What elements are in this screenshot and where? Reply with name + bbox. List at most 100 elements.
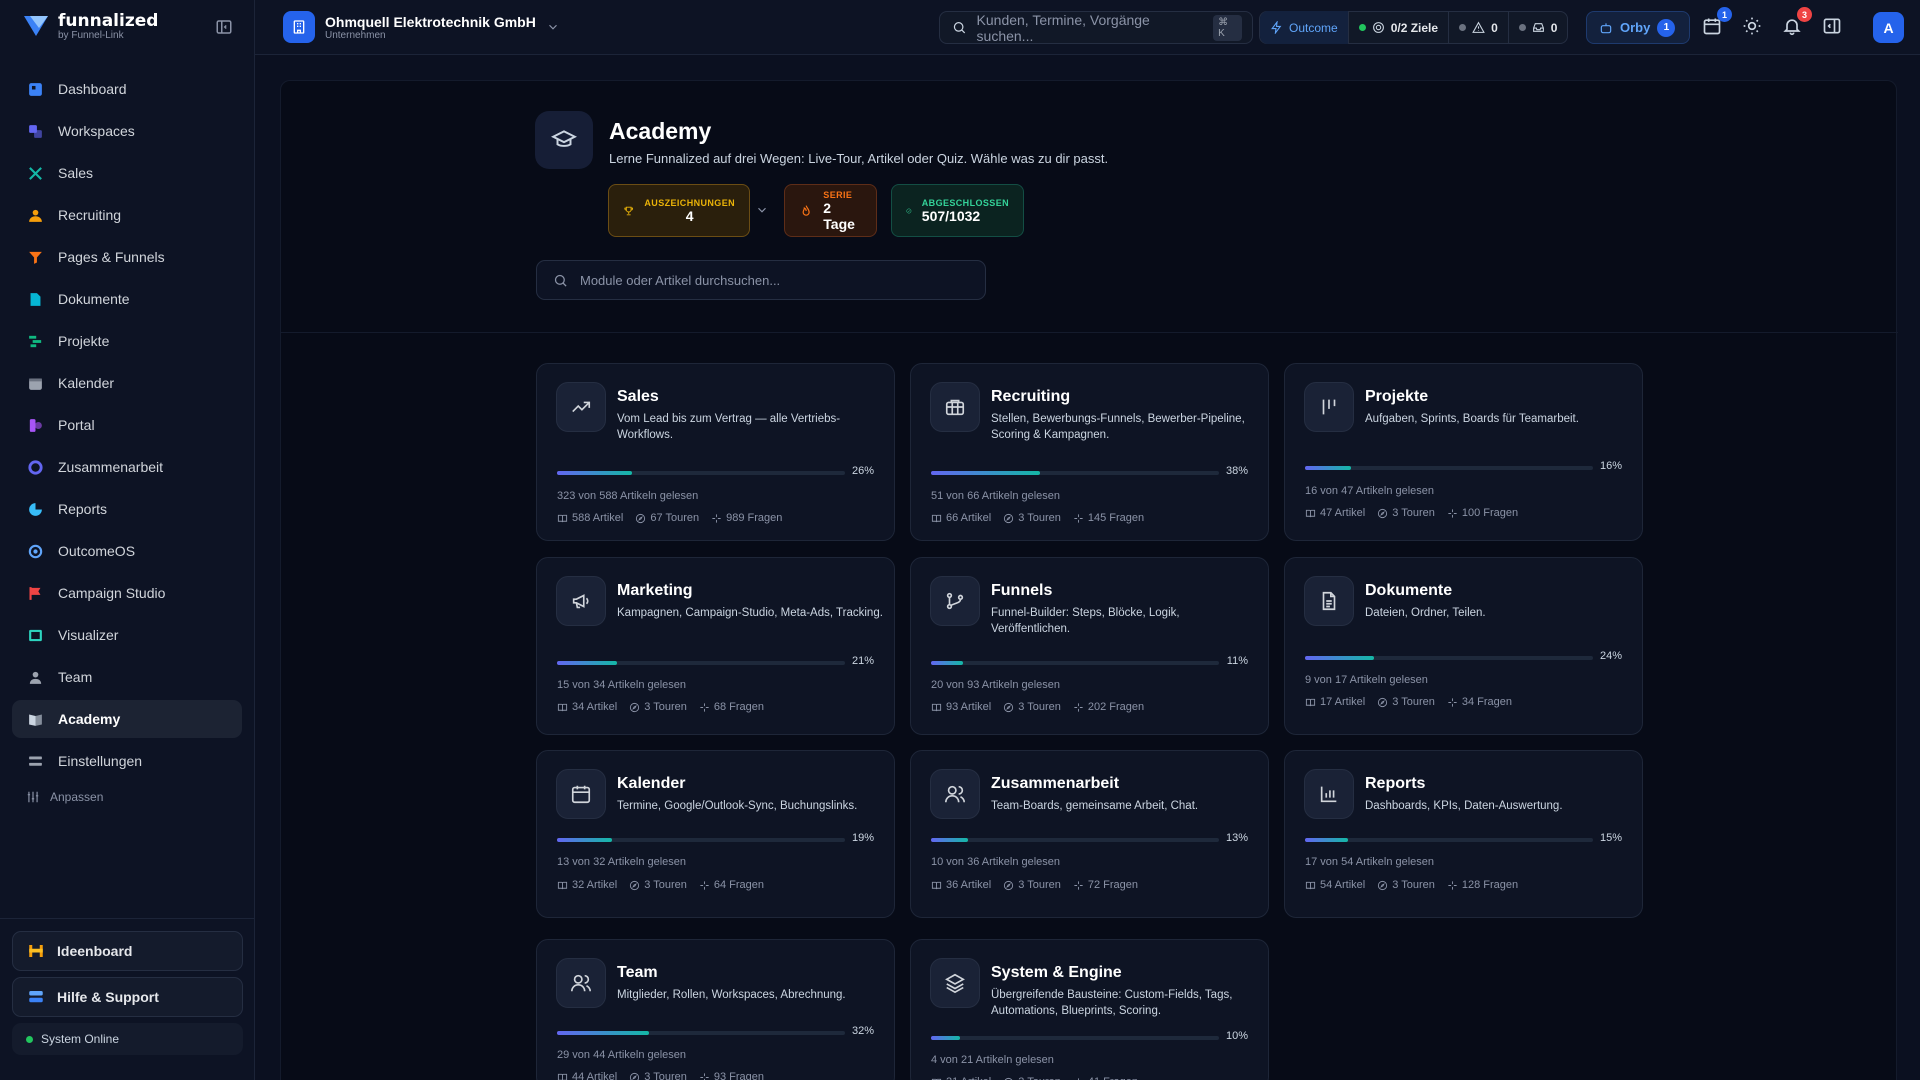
lightning-icon [1271, 21, 1282, 34]
goals-chip[interactable]: 0/2 Ziele [1349, 11, 1450, 44]
completed-stat: ABGESCHLOSSEN 507/1032 [891, 184, 1024, 237]
module-card-sales[interactable]: Sales Vom Lead bis zum Vertrag — alle Ver… [536, 363, 895, 541]
progress-fill [557, 1031, 650, 1035]
search-shortcut: ⌘ K [1213, 14, 1243, 41]
sparkle-icon [700, 702, 709, 712]
funnel-icon [26, 248, 44, 266]
global-search-input[interactable]: Kunden, Termine, Vorgänge suchen... ⌘ K [939, 11, 1253, 44]
module-title: Dokumente [1365, 582, 1453, 599]
question-count: 128 Fragen [1447, 879, 1518, 891]
book-icon [1305, 698, 1316, 706]
company-name: Ohmquell Elektrotechnik GmbH [325, 13, 536, 30]
module-search-input[interactable]: Module oder Artikel durchsuchen... [536, 260, 986, 300]
tours-label: 3 Touren [1018, 1076, 1061, 1080]
orby-assistant-button[interactable]: Orby 1 [1586, 11, 1690, 44]
progress-percent: 24% [1599, 650, 1622, 662]
flame-icon [802, 204, 810, 216]
articles-read: 17 von 54 Artikeln gelesen [1305, 856, 1435, 868]
module-card-recruiting[interactable]: Recruiting Stellen, Bewerbungs-Funnels, B… [910, 363, 1269, 541]
target-icon [1372, 22, 1384, 33]
main-content: Academy Lerne Funnalized auf drei Wegen:… [280, 80, 1898, 1080]
question-count: 68 Fragen [699, 701, 764, 713]
question-count: 93 Fragen [699, 1071, 764, 1080]
customize-nav-button[interactable]: Anpassen [12, 784, 242, 810]
module-description: Stellen, Bewerbungs-Funnels, Bewerber-Pi… [991, 413, 1245, 441]
sidebar-item-pages-funnels[interactable]: Pages & Funnels [12, 238, 242, 276]
articles-read: 10 von 36 Artikeln gelesen [931, 856, 1061, 868]
questions-label: 93 Fragen [713, 1071, 765, 1080]
awards-expand-button[interactable] [755, 203, 769, 217]
article-count: 17 Artikel [1305, 696, 1365, 708]
theme-toggle[interactable] [1742, 16, 1764, 38]
sidebar-item-zusammenarbeit[interactable]: Zusammenarbeit [12, 448, 242, 486]
collapse-sidebar-button[interactable] [215, 18, 235, 38]
sidebar-item-einstellungen[interactable]: Einstellungen [12, 742, 242, 780]
progress-percent: 26% [851, 465, 874, 477]
help-support-button[interactable]: Hilfe & Support [12, 977, 243, 1017]
module-description: Mitglieder, Rollen, Workspaces, Abrechnu… [617, 989, 846, 1001]
panel-toggle[interactable] [1822, 16, 1844, 38]
module-meta: 54 Artikel 3 Touren 128 Fragen [1305, 879, 1518, 891]
sidebar-item-label: Einstellungen [58, 753, 143, 769]
inbox-chip[interactable]: 0 [1509, 11, 1568, 44]
tours-label: 3 Touren [1392, 879, 1435, 891]
module-card-zusammenarbeit[interactable]: Zusammenarbeit Team-Boards, gemeinsame Ar… [910, 750, 1269, 918]
sidebar-item-portal[interactable]: Portal [12, 406, 242, 444]
header-divider [281, 332, 1898, 333]
sidebar-item-outcomeos[interactable]: OutcomeOS [12, 532, 242, 570]
notifications-button[interactable]: 3 [1782, 7, 1812, 38]
dashboard-icon [26, 80, 44, 98]
sparkle-icon [700, 880, 709, 890]
questions-label: 202 Fragen [1087, 701, 1145, 713]
progress-percent: 10% [1225, 1030, 1248, 1042]
awards-label: AUSZEICHNUNGEN [644, 197, 735, 208]
compass-icon [1004, 1077, 1013, 1080]
sidebar-item-projekte[interactable]: Projekte [12, 322, 242, 360]
module-title: Funnels [991, 582, 1053, 599]
sidebar-item-workspaces[interactable]: Workspaces [12, 112, 242, 150]
module-title: System & Engine [991, 964, 1122, 981]
module-description: Dashboards, KPIs, Daten-Auswertung. [1365, 800, 1563, 812]
tours-label: 3 Touren [1018, 512, 1061, 524]
compass-icon [1004, 702, 1014, 712]
outcome-chip[interactable]: Outcome [1260, 11, 1349, 44]
awards-stat[interactable]: AUSZEICHNUNGEN 4 [608, 184, 750, 237]
brand-logo[interactable]: funnalized by Funnel-Link [22, 12, 158, 42]
module-card-kalender[interactable]: Kalender Termine, Google/Outlook-Sync, Bu… [536, 750, 895, 918]
articles-label: 47 Artikel [1320, 507, 1366, 519]
users-icon [930, 769, 980, 819]
module-card-system-engine[interactable]: System & Engine Übergreifende Bausteine: … [910, 939, 1269, 1080]
sidebar-item-kalender[interactable]: Kalender [12, 364, 242, 402]
tour-count: 3 Touren [1377, 507, 1435, 519]
sidebar-item-dokumente[interactable]: Dokumente [12, 280, 242, 318]
progress-bar [557, 471, 845, 475]
module-card-dokumente[interactable]: Dokumente Dateien, Ordner, Teilen. 24% 9 vo… [1284, 557, 1643, 735]
progress-percent: 32% [851, 1025, 874, 1037]
sidebar-item-team[interactable]: Team [12, 658, 242, 696]
sidebar-item-visualizer[interactable]: Visualizer [12, 616, 242, 654]
ideas-board-button[interactable]: Ideenboard [12, 931, 243, 971]
help-icon [29, 991, 43, 1003]
article-count: 44 Artikel [557, 1071, 617, 1080]
progress-fill [931, 661, 963, 665]
calendar-button[interactable]: 1 [1702, 7, 1732, 38]
sidebar-item-reports[interactable]: Reports [12, 490, 242, 528]
sidebar-item-campaign-studio[interactable]: Campaign Studio [12, 574, 242, 612]
sidebar-item-recruiting[interactable]: Recruiting [12, 196, 242, 234]
module-card-marketing[interactable]: Marketing Kampagnen, Campaign-Studio, Met… [536, 557, 895, 735]
articles-label: 54 Artikel [1320, 879, 1366, 891]
module-card-team[interactable]: Team Mitglieder, Rollen, Workspaces, Abre… [536, 939, 895, 1080]
module-card-projekte[interactable]: Projekte Aufgaben, Sprints, Boards für Te… [1284, 363, 1643, 541]
warnings-chip[interactable]: 0 [1449, 11, 1509, 44]
module-card-reports[interactable]: Reports Dashboards, KPIs, Daten-Auswertun… [1284, 750, 1643, 918]
sidebar-item-academy[interactable]: Academy [12, 700, 242, 738]
panel-icon [1823, 18, 1841, 34]
module-card-funnels[interactable]: Funnels Funnel-Builder: Steps, Blöcke, Lo… [910, 557, 1269, 735]
user-avatar[interactable]: A [1873, 12, 1904, 43]
sidebar-item-dashboard[interactable]: Dashboard [12, 70, 242, 108]
company-switcher[interactable]: Ohmquell Elektrotechnik GmbH Unternehmen [283, 11, 560, 43]
module-meta: 588 Artikel 67 Touren 989 Fragen [557, 512, 782, 524]
inbox-count: 0 [1550, 20, 1558, 35]
sparkle-icon [1077, 1077, 1079, 1080]
sidebar-item-sales[interactable]: Sales [12, 154, 242, 192]
